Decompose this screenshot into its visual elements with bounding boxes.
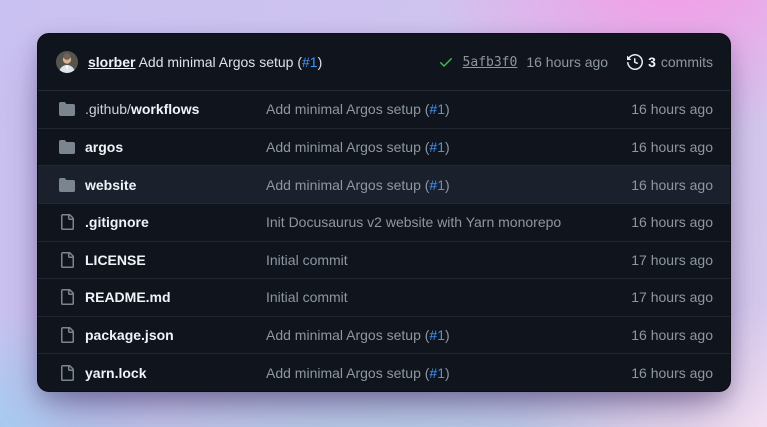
- file-age: 17 hours ago: [631, 252, 713, 268]
- pr-link[interactable]: #1: [302, 54, 318, 70]
- commit-message: Add minimal Argos setup (: [139, 54, 302, 70]
- commits-count: 3: [648, 54, 656, 70]
- file-icon: [59, 252, 75, 268]
- file-path-prefix[interactable]: .github/: [85, 101, 131, 117]
- latest-commit-header: slorber Add minimal Argos setup (#1) 5af…: [38, 34, 730, 91]
- file-row-gitignore[interactable]: .gitignore Init Docusaurus v2 website wi…: [38, 203, 730, 241]
- file-age: 16 hours ago: [631, 327, 713, 343]
- file-name-link[interactable]: argos: [85, 139, 123, 155]
- commit-hash-link[interactable]: 5afb3f0: [463, 55, 518, 70]
- commit-message-link[interactable]: Initial commit: [266, 252, 348, 268]
- file-name-link[interactable]: website: [85, 177, 136, 193]
- commit-message-link[interactable]: Init Docusaurus v2 website with Yarn mon…: [266, 214, 561, 230]
- file-icon: [59, 289, 75, 305]
- file-name-link[interactable]: yarn.lock: [85, 365, 146, 381]
- file-name-link[interactable]: README.md: [85, 289, 171, 305]
- file-icon: [59, 365, 75, 381]
- commit-age: 16 hours ago: [526, 54, 608, 70]
- commit-message-suffix[interactable]: ): [445, 101, 450, 117]
- file-age: 16 hours ago: [631, 365, 713, 381]
- commit-message-suffix[interactable]: ): [445, 365, 450, 381]
- commits-link[interactable]: 3 commits: [627, 54, 713, 70]
- folder-icon: [59, 139, 75, 155]
- file-row-argos[interactable]: argos Add minimal Argos setup (#1) 16 ho…: [38, 128, 730, 166]
- file-age: 16 hours ago: [631, 101, 713, 117]
- file-row-license[interactable]: LICENSE Initial commit 17 hours ago: [38, 241, 730, 279]
- commit-message-suffix[interactable]: ): [445, 177, 450, 193]
- file-icon: [59, 214, 75, 230]
- commit-message-suffix: ): [318, 54, 323, 70]
- pr-link[interactable]: #1: [429, 139, 445, 155]
- file-age: 16 hours ago: [631, 214, 713, 230]
- commit-message-link[interactable]: Add minimal Argos setup (: [266, 139, 429, 155]
- file-age: 16 hours ago: [631, 177, 713, 193]
- file-row-readme[interactable]: README.md Initial commit 17 hours ago: [38, 278, 730, 316]
- pr-link[interactable]: #1: [429, 101, 445, 117]
- commit-message-link[interactable]: Initial commit: [266, 289, 348, 305]
- avatar[interactable]: [56, 51, 78, 73]
- commit-message-suffix[interactable]: ): [445, 139, 450, 155]
- commit-message-link[interactable]: Add minimal Argos setup (: [266, 177, 429, 193]
- file-icon: [59, 327, 75, 343]
- commit-message-link[interactable]: Add minimal Argos setup (: [266, 365, 429, 381]
- repo-file-browser: slorber Add minimal Argos setup (#1) 5af…: [37, 33, 731, 392]
- pr-link[interactable]: #1: [429, 177, 445, 193]
- pr-link[interactable]: #1: [429, 365, 445, 381]
- commit-message-link[interactable]: Add minimal Argos setup (: [266, 101, 429, 117]
- check-icon: [438, 54, 454, 70]
- latest-commit-title: slorber Add minimal Argos setup (#1): [88, 54, 322, 70]
- file-age: 16 hours ago: [631, 139, 713, 155]
- file-list: .github/workflows Add minimal Argos setu…: [38, 91, 730, 391]
- commit-author-link[interactable]: slorber: [88, 54, 135, 70]
- file-name-link[interactable]: LICENSE: [85, 252, 146, 268]
- file-name-link[interactable]: .gitignore: [85, 214, 149, 230]
- commits-label: commits: [661, 54, 713, 70]
- commit-message-suffix[interactable]: ): [445, 327, 450, 343]
- pr-link[interactable]: #1: [429, 327, 445, 343]
- file-age: 17 hours ago: [631, 289, 713, 305]
- folder-icon: [59, 101, 75, 117]
- file-name-link[interactable]: package.json: [85, 327, 174, 343]
- commit-message-link[interactable]: Add minimal Argos setup (: [266, 327, 429, 343]
- commit-meta: 5afb3f0 16 hours ago 3 commits: [438, 54, 713, 70]
- folder-icon: [59, 177, 75, 193]
- file-row-github-workflows[interactable]: .github/workflows Add minimal Argos setu…: [38, 91, 730, 128]
- file-row-yarn-lock[interactable]: yarn.lock Add minimal Argos setup (#1) 1…: [38, 353, 730, 391]
- file-name-link[interactable]: workflows: [131, 101, 199, 117]
- history-icon: [627, 54, 643, 70]
- file-row-website[interactable]: website Add minimal Argos setup (#1) 16 …: [38, 165, 730, 203]
- file-row-package-json[interactable]: package.json Add minimal Argos setup (#1…: [38, 316, 730, 354]
